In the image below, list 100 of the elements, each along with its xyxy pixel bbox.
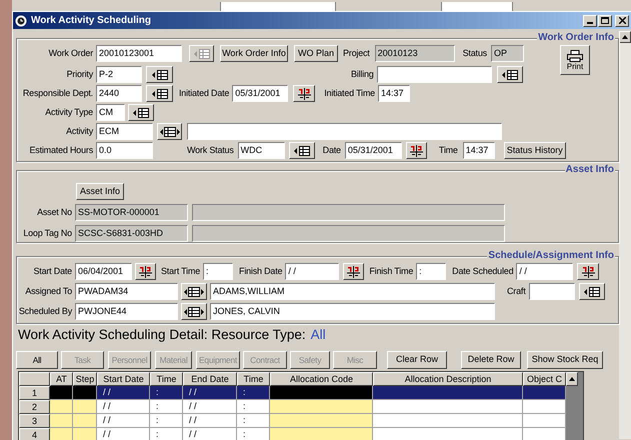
- clock-icon: [15, 14, 27, 26]
- input-field[interactable]: OP: [490, 45, 524, 62]
- scroll-up-button[interactable]: [619, 31, 631, 43]
- table-cell: / /: [97, 428, 150, 440]
- lookup-button[interactable]: [128, 104, 154, 121]
- field-label: Finish Date: [239, 264, 282, 278]
- table-icon: [294, 146, 310, 156]
- lookup-button[interactable]: [146, 85, 173, 102]
- table-cell: / /: [183, 414, 237, 428]
- input-field[interactable]: 20010123001: [96, 45, 182, 62]
- input-field[interactable]: 14:37: [462, 142, 495, 159]
- column-header[interactable]: End Date: [183, 372, 237, 386]
- field-label: Work Status: [187, 144, 234, 157]
- input-field[interactable]: ADAMS,WILLIAM: [210, 283, 495, 300]
- field-label: Asset No: [36, 206, 72, 219]
- field-label: Work Order: [48, 46, 93, 60]
- column-header[interactable]: Time: [237, 372, 270, 386]
- column-header[interactable]: Object C: [523, 372, 566, 386]
- input-field[interactable]: JONES, CALVIN: [210, 303, 495, 320]
- input-field[interactable]: CM: [96, 104, 125, 121]
- scroll-up-button[interactable]: [566, 372, 578, 386]
- table-cell: :: [237, 400, 270, 414]
- form-button[interactable]: WO Plan: [294, 45, 338, 62]
- action-button[interactable]: Show Stock Req: [527, 351, 603, 369]
- field-label: Assigned To: [24, 284, 72, 298]
- input-field[interactable]: 20010123: [374, 45, 455, 62]
- input-field[interactable]: :: [416, 263, 446, 280]
- row-header[interactable]: 1: [19, 386, 50, 400]
- input-field[interactable]: [192, 225, 505, 242]
- column-header[interactable]: Time: [150, 372, 183, 386]
- field-label: Estimated Hours: [28, 144, 93, 157]
- input-field[interactable]: [192, 204, 505, 221]
- action-button[interactable]: Clear Row: [387, 351, 447, 369]
- calendar-button[interactable]: [577, 263, 600, 280]
- column-header[interactable]: Start Date: [97, 372, 150, 386]
- input-field[interactable]: 05/31/2001: [344, 142, 402, 159]
- form-button[interactable]: Status History: [504, 142, 566, 159]
- input-field[interactable]: [187, 123, 502, 140]
- input-field[interactable]: PWJONE44: [75, 303, 178, 320]
- asset-info-button[interactable]: Asset Info: [76, 183, 124, 200]
- column-header[interactable]: Allocation Code: [270, 372, 373, 386]
- input-field[interactable]: 2440: [96, 85, 142, 102]
- input-field[interactable]: WDC: [238, 142, 285, 159]
- input-field[interactable]: SS-MOTOR-000001: [75, 204, 188, 221]
- field-label: Loop Tag No: [22, 226, 72, 240]
- lookup-button[interactable]: [146, 66, 173, 83]
- column-header[interactable]: AT: [50, 372, 73, 386]
- maximize-button[interactable]: [598, 14, 612, 26]
- input-field[interactable]: [441, 2, 513, 11]
- field-label: Initiated Date: [179, 86, 230, 100]
- group-title: Schedule/Assignment Info: [487, 250, 615, 262]
- input-field[interactable]: ECM: [96, 123, 153, 140]
- input-field[interactable]: / /: [516, 263, 574, 280]
- input-field[interactable]: 0.0: [96, 142, 153, 159]
- close-button[interactable]: [615, 14, 629, 26]
- field-label: Start Time: [161, 264, 200, 278]
- table-cell: / /: [97, 386, 150, 400]
- input-field[interactable]: [376, 66, 492, 83]
- field-label: Date: [322, 144, 341, 157]
- table-cell: :: [150, 386, 183, 400]
- table-icon: [502, 70, 518, 80]
- input-field[interactable]: 06/04/2001: [75, 263, 132, 280]
- resource-type-value: All: [310, 326, 326, 344]
- calendar-button[interactable]: [343, 263, 364, 280]
- calendar-button[interactable]: [135, 263, 156, 280]
- vertical-scrollbar[interactable]: [619, 31, 631, 439]
- calendar-button[interactable]: [406, 142, 427, 159]
- resource-tab[interactable]: All: [16, 351, 58, 369]
- input-field[interactable]: PWADAM34: [75, 283, 178, 300]
- table-cell: [523, 414, 566, 428]
- input-field[interactable]: P-2: [96, 66, 142, 83]
- input-field[interactable]: SCSC-S6831-003HD: [75, 225, 188, 242]
- up-arrow-icon: [622, 35, 628, 39]
- lookup-button[interactable]: [578, 283, 605, 300]
- input-field[interactable]: / /: [285, 263, 340, 280]
- input-field[interactable]: :: [203, 263, 234, 280]
- input-field[interactable]: [528, 283, 575, 300]
- table-cell: / /: [183, 428, 237, 440]
- input-field[interactable]: 14:37: [378, 85, 410, 102]
- lookup-button[interactable]: [181, 283, 207, 300]
- row-header[interactable]: 2: [19, 400, 50, 414]
- lookup-button[interactable]: [496, 66, 523, 83]
- column-header[interactable]: Allocation Description: [373, 372, 523, 386]
- calendar-icon: [347, 266, 360, 278]
- calendar-icon: [410, 144, 423, 156]
- lookup-button[interactable]: [181, 303, 207, 320]
- input-field[interactable]: [220, 2, 336, 11]
- print-button[interactable]: Print: [560, 45, 590, 75]
- row-header[interactable]: 3: [19, 414, 50, 428]
- column-header[interactable]: Step: [73, 372, 97, 386]
- minimize-button[interactable]: [583, 14, 597, 26]
- window-title: Work Activity Scheduling: [31, 14, 152, 28]
- lookup-button[interactable]: [288, 142, 315, 159]
- form-button[interactable]: Work Order Info: [220, 45, 288, 62]
- action-button[interactable]: Delete Row: [461, 351, 521, 369]
- lookup-button[interactable]: [157, 123, 182, 140]
- row-header[interactable]: 4: [19, 428, 50, 440]
- calendar-button[interactable]: [293, 85, 316, 102]
- table-cell: [73, 386, 97, 400]
- input-field[interactable]: 05/31/2001: [232, 85, 288, 102]
